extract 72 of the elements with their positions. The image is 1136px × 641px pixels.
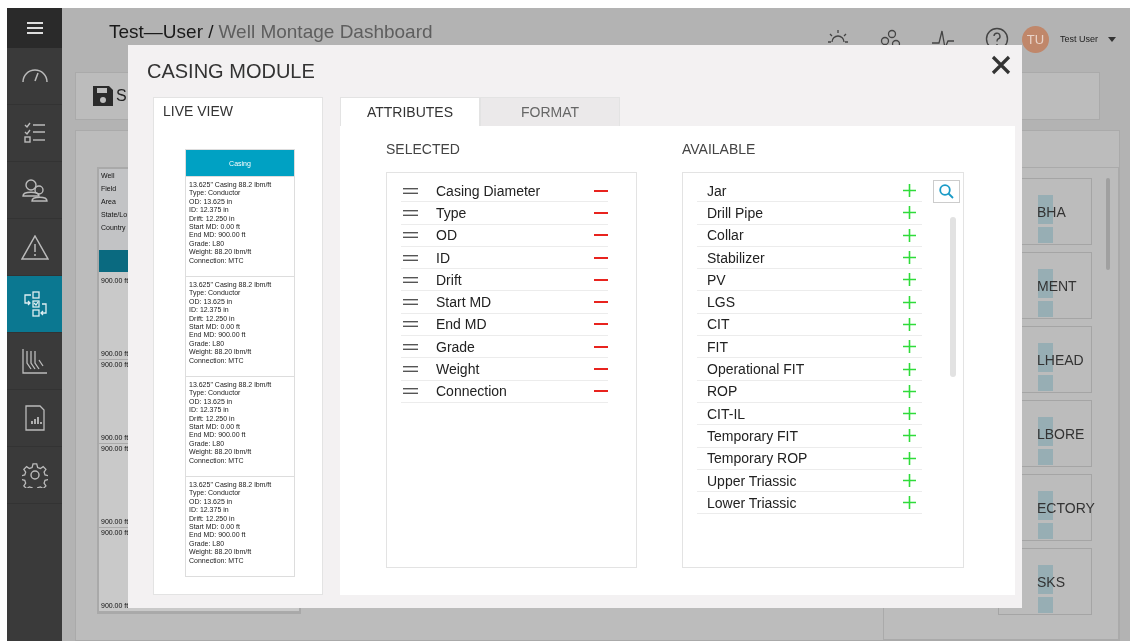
attribute-label: ID [436, 249, 451, 266]
attribute-label: Collar [707, 227, 745, 244]
attribute-label: Lower Triassic [707, 494, 798, 511]
drag-handle-icon[interactable] [403, 321, 418, 328]
page-title: Well Montage Dashboard [218, 21, 433, 43]
remove-icon[interactable] [594, 234, 608, 237]
attribute-label: Casing Diameter [436, 182, 542, 199]
attribute-label: Stabilizer [707, 249, 766, 266]
checklist-icon [23, 122, 46, 144]
report-icon [24, 405, 45, 431]
chart-icon [21, 348, 48, 374]
available-title: AVAILABLE [682, 140, 757, 159]
attribute-label: Drift [436, 271, 463, 288]
attribute-label: Weight [436, 361, 481, 377]
remove-icon[interactable] [594, 301, 608, 304]
remove-icon[interactable] [594, 211, 608, 214]
attribute-label: FIT [707, 338, 729, 355]
user-name[interactable]: Test User [1060, 34, 1098, 44]
drag-handle-icon[interactable] [403, 299, 418, 306]
caret-icon[interactable] [1108, 36, 1116, 42]
menu-button[interactable] [7, 8, 62, 48]
attribute-label: Start MD [436, 294, 493, 311]
attribute-label: Temporary FIT [707, 427, 799, 444]
workflow-icon [21, 291, 48, 317]
attribute-label: OD [436, 227, 458, 244]
save-icon[interactable] [93, 86, 113, 106]
attribute-label: Upper Triassic [707, 472, 798, 489]
gauge-icon [20, 68, 49, 84]
warning-icon [20, 234, 49, 260]
attribute-label: CIT-IL [707, 405, 747, 422]
search-icon [939, 184, 954, 199]
remove-icon[interactable] [594, 390, 608, 393]
attribute-label: Grade [436, 338, 476, 355]
tab[interactable]: FORMAT [480, 97, 620, 126]
drag-handle-icon[interactable] [403, 187, 418, 194]
menu-icon [26, 22, 43, 34]
drag-handle-icon[interactable] [403, 209, 418, 216]
save-label[interactable]: S [116, 87, 127, 105]
attribute-label: End MD [436, 316, 488, 333]
users-icon [21, 178, 48, 202]
drag-handle-icon[interactable] [403, 366, 418, 372]
tab[interactable]: ATTRIBUTES [340, 97, 480, 126]
sidebar-item[interactable] [7, 276, 62, 333]
breadcrumb-user[interactable]: Test—User / [109, 21, 214, 43]
close-button[interactable] [991, 55, 1011, 75]
selected-title: SELECTED [386, 140, 461, 159]
remove-icon[interactable] [594, 278, 608, 281]
remove-icon[interactable] [594, 323, 608, 326]
attribute-label: ROP [707, 383, 739, 400]
attribute-label: Type [436, 204, 468, 221]
drag-handle-icon[interactable] [403, 276, 418, 283]
attribute-label: CIT [707, 316, 731, 333]
drag-handle-icon[interactable] [403, 388, 418, 395]
drag-handle-icon[interactable] [403, 343, 418, 350]
remove-icon[interactable] [594, 256, 608, 259]
dialog-title: CASING MODULE [147, 59, 315, 83]
drag-handle-icon[interactable] [403, 232, 418, 239]
close-icon [991, 55, 1011, 75]
attribute-label: PV [707, 271, 727, 288]
attribute-label: Drill Pipe [707, 204, 764, 221]
attribute-label: Operational FIT [707, 361, 806, 377]
live-view-title: LIVE VIEW [163, 103, 235, 119]
attribute-label: LGS [707, 294, 736, 311]
remove-icon[interactable] [594, 189, 608, 192]
remove-icon[interactable] [594, 345, 608, 348]
attribute-label: Temporary ROP [707, 450, 809, 467]
drag-handle-icon[interactable] [403, 254, 418, 261]
settings-icon [21, 462, 48, 488]
scrollbar[interactable] [949, 217, 956, 377]
attribute-label: Jar [707, 182, 728, 199]
search-button[interactable] [933, 180, 960, 203]
attribute-label: Connection [436, 383, 508, 400]
